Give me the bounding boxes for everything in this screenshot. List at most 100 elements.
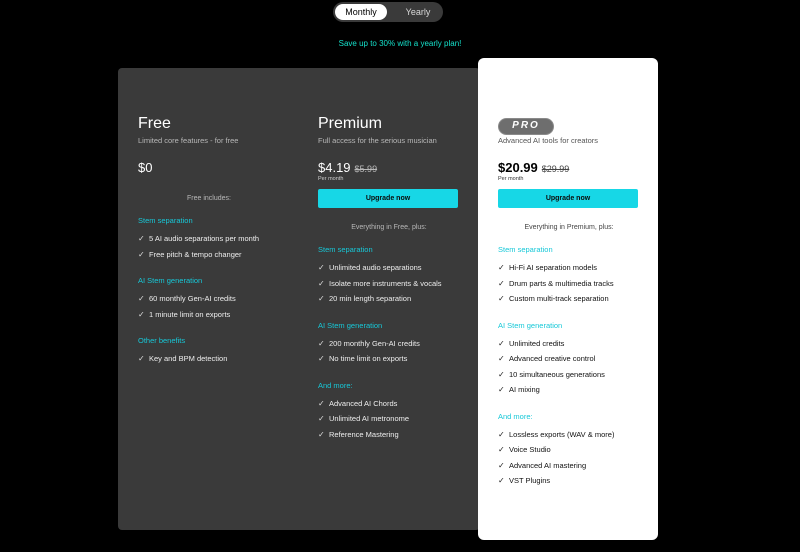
feature-item: ✓ Advanced creative control: [498, 351, 640, 367]
plan-old-price: $29.99: [541, 164, 570, 174]
check-icon: ✓: [498, 445, 505, 454]
feature-item: ✓ Isolate more instruments & vocals: [318, 276, 460, 292]
check-icon: ✓: [498, 338, 505, 348]
feature-item: ✓ 1 minute limit on exports: [138, 307, 280, 323]
plan-subtitle: Limited core features - for free: [138, 136, 239, 145]
price-row: $20.99 $29.99: [498, 160, 640, 176]
check-icon: ✓: [318, 429, 325, 439]
price-period: Per month: [318, 176, 344, 182]
check-icon: ✓: [138, 249, 145, 259]
feature-label: Hi-Fi AI separation models: [509, 263, 597, 272]
plan-price: $4.19: [318, 160, 351, 175]
yearly-option[interactable]: Yearly: [393, 2, 443, 22]
check-icon: ✓: [318, 278, 325, 288]
check-icon: ✓: [498, 278, 505, 288]
feature-item: ✓ 20 min length separation: [318, 291, 460, 307]
feature-item: ✓ Unlimited audio separations: [318, 260, 460, 276]
feature-label: Lossless exports (WAV & more): [509, 429, 615, 439]
feature-label: Drum parts & multimedia tracks: [509, 278, 614, 288]
feature-label: 1 minute limit on exports: [149, 309, 231, 319]
section-heading: AI Stem generation: [318, 320, 383, 330]
upgrade-premium-button[interactable]: Upgrade now: [318, 189, 458, 208]
yearly-promo-text: Save up to 30% with a yearly plan!: [338, 39, 462, 48]
pro-badge: PRO: [498, 118, 554, 135]
plan-old-price: $5.99: [354, 164, 378, 174]
price-period: Per month: [498, 176, 524, 182]
check-icon: ✓: [138, 309, 145, 319]
section-heading: Stem separation: [498, 245, 553, 254]
section-heading: AI Stem generation: [138, 276, 203, 285]
monthly-option[interactable]: Monthly: [335, 4, 387, 20]
plan-subtitle: Advanced AI tools for creators: [498, 136, 599, 145]
includes-label: Free includes:: [187, 195, 231, 202]
feature-item: ✓ Reference Mastering: [318, 427, 460, 443]
check-icon: ✓: [498, 460, 505, 470]
plan-price: $0: [138, 160, 153, 175]
feature-label: VST Plugins: [509, 476, 551, 485]
check-icon: ✓: [498, 429, 505, 439]
feature-sections: Stem separation ✓ 5 AI audio separations p…: [138, 216, 280, 367]
feature-item: ✓ AI mixing: [498, 382, 640, 398]
feature-label: 5 AI audio separations per month: [149, 234, 260, 243]
feature-label: 20 min length separation: [329, 294, 412, 303]
plan-title: Free: [138, 115, 171, 132]
feature-item: ✓ Voice Studio: [498, 442, 640, 458]
check-icon: ✓: [318, 338, 325, 348]
feature-item: ✓ Hi-Fi AI separation models: [498, 260, 640, 276]
feature-label: No time limit on exports: [329, 354, 408, 363]
plan-premium: Premium Full access for the serious musi…: [318, 114, 460, 442]
feature-label: 60 monthly Gen-AI credits: [149, 294, 236, 303]
check-icon: ✓: [498, 294, 505, 303]
plan-price: $20.99: [498, 160, 538, 175]
includes-label: Everything in Free, plus:: [351, 224, 427, 231]
plan-subtitle: Full access for the serious musician: [318, 136, 437, 145]
feature-item: ✓ Advanced AI mastering: [498, 458, 640, 474]
check-icon: ✓: [318, 294, 325, 303]
feature-item: ✓ Lossless exports (WAV & more): [498, 427, 640, 443]
plan-title: Premium: [318, 115, 383, 132]
plan-title: PRO: [498, 114, 640, 135]
feature-label: Reference Mastering: [329, 429, 399, 439]
feature-item: ✓ Free pitch & tempo changer: [138, 247, 280, 263]
plan-free: Free Limited core features - for free $0…: [138, 114, 280, 367]
feature-item: ✓ 200 monthly Gen-AI credits: [318, 336, 460, 352]
check-icon: ✓: [138, 354, 145, 363]
check-icon: ✓: [498, 385, 505, 394]
feature-item: ✓ VST Plugins: [498, 473, 640, 489]
feature-label: Unlimited AI metronome: [329, 414, 410, 423]
check-icon: ✓: [318, 398, 325, 408]
section-heading: Other benefits: [138, 336, 186, 345]
feature-label: 10 simultaneous generations: [509, 369, 605, 379]
section-heading: Stem separation: [138, 216, 193, 225]
check-icon: ✓: [498, 263, 505, 272]
feature-label: Unlimited audio separations: [329, 263, 422, 272]
feature-item: ✓ Unlimited AI metronome: [318, 411, 460, 427]
feature-item: ✓ Custom multi-track separation: [498, 291, 640, 307]
section-heading: And more:: [318, 380, 353, 390]
feature-label: Free pitch & tempo changer: [149, 249, 242, 259]
section-heading: AI Stem generation: [498, 320, 563, 330]
feature-item: ✓ Unlimited credits: [498, 336, 640, 352]
feature-sections: Stem separation ✓ Unlimited audio separati…: [318, 245, 460, 442]
feature-label: AI mixing: [509, 385, 540, 394]
price-row: $4.19 $5.99: [318, 160, 460, 176]
feature-label: Custom multi-track separation: [509, 294, 609, 303]
includes-label: Everything in Premium, plus:: [524, 224, 614, 231]
feature-item: ✓ 5 AI audio separations per month: [138, 231, 280, 247]
feature-item: ✓ Key and BPM detection: [138, 351, 280, 367]
check-icon: ✓: [318, 354, 325, 363]
feature-label: 200 monthly Gen-AI credits: [329, 338, 420, 348]
check-icon: ✓: [318, 263, 325, 272]
upgrade-pro-button[interactable]: Upgrade now: [498, 189, 638, 208]
check-icon: ✓: [498, 354, 505, 363]
feature-item: ✓ 10 simultaneous generations: [498, 367, 640, 383]
section-heading: Stem separation: [318, 245, 373, 254]
billing-toggle[interactable]: Monthly Yearly: [333, 2, 443, 22]
plan-pro: PRO Advanced AI tools for creators $20.9…: [498, 114, 640, 489]
feature-label: Advanced AI mastering: [509, 460, 587, 470]
feature-label: Isolate more instruments & vocals: [329, 278, 442, 288]
check-icon: ✓: [498, 476, 505, 485]
price-row: $0: [138, 160, 280, 176]
feature-item: ✓ 60 monthly Gen-AI credits: [138, 291, 280, 307]
feature-item: ✓ No time limit on exports: [318, 351, 460, 367]
